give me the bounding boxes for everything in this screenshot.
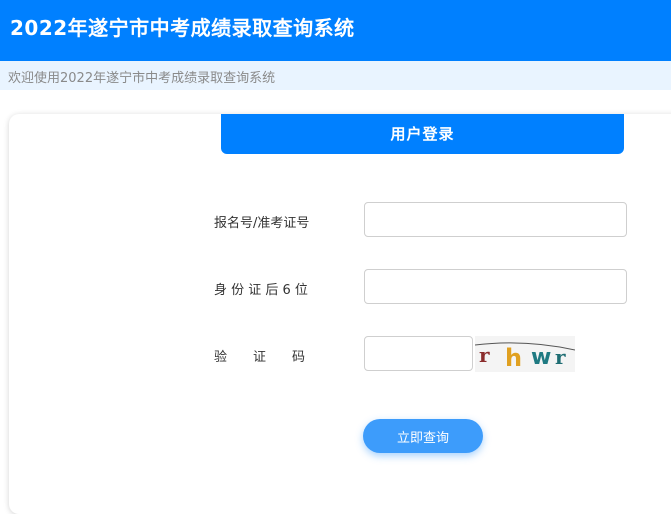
captcha-label: 验 证 码 [214,350,306,365]
page-title: 2022年遂宁市中考成绩录取查询系统 [10,16,355,40]
welcome-bar: 欢迎使用2022年遂宁市中考成绩录取查询系统 [0,61,671,90]
svg-text:r: r [479,343,490,367]
svg-text:h: h [505,344,522,372]
header-bar: 2022年遂宁市中考成绩录取查询系统 [0,0,671,61]
exam-number-input[interactable] [364,202,627,237]
welcome-text: 欢迎使用2022年遂宁市中考成绩录取查询系统 [8,71,276,86]
id-last6-label: 身 份 证 后 6 位 [214,283,308,298]
id-last6-input[interactable] [364,269,627,304]
captcha-input[interactable] [364,336,473,371]
captcha-image[interactable]: r h w r [475,336,575,372]
svg-text:w: w [531,345,551,370]
login-tab-header: 用户登录 [221,114,624,154]
login-card [9,114,671,514]
submit-query-button[interactable]: 立即查询 [363,419,483,453]
svg-text:r: r [555,345,566,369]
exam-number-label: 报名号/准考证号 [214,216,310,231]
